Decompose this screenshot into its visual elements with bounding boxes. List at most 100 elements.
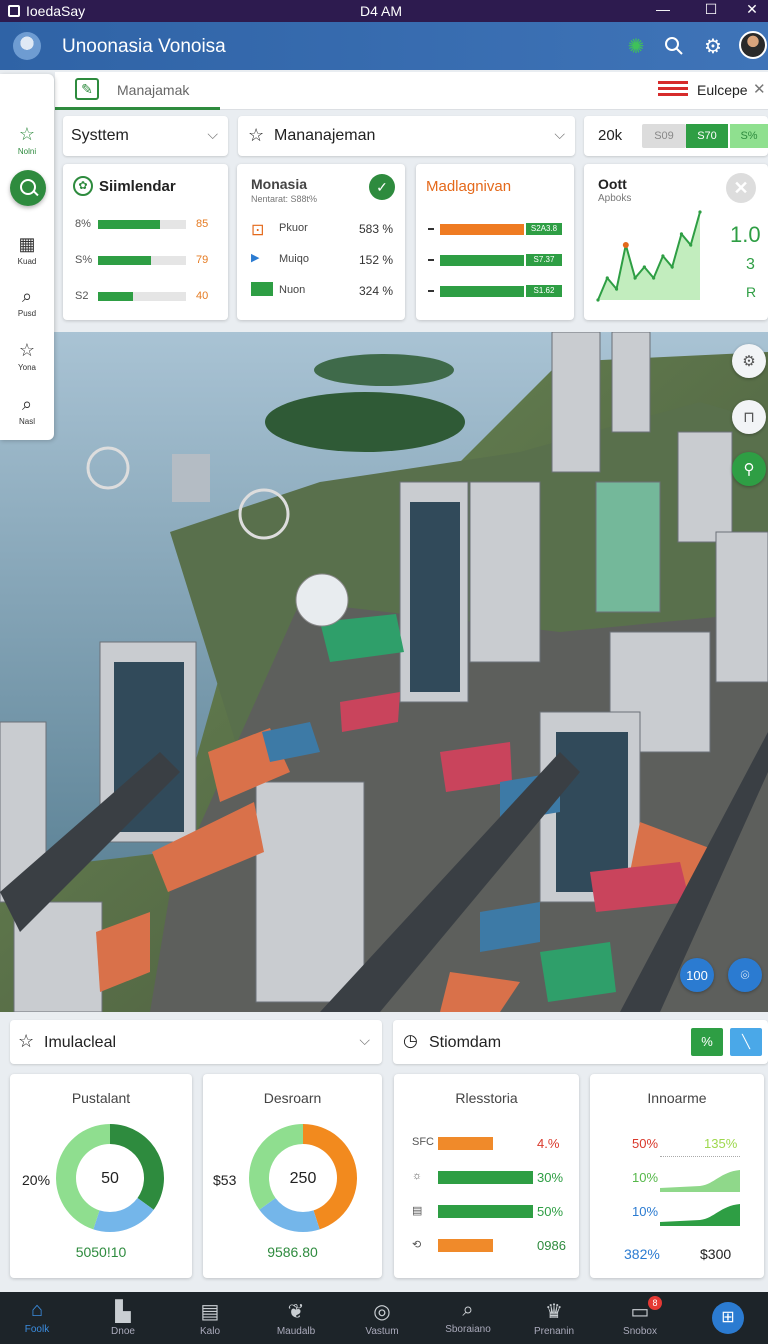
monasia-row: ▶ Muiqo 152 % [237, 251, 405, 269]
nav-item-sboraiano[interactable]: ⌕ Sboraiano [436, 1292, 500, 1344]
imulacleal-dropdown[interactable]: ☆ Imulacleal ⌵ [10, 1020, 382, 1064]
app-name-label: IoedaSay [26, 3, 86, 19]
sidebar-item-kuad[interactable]: ▦ Kuad [0, 234, 54, 266]
bird-icon: ❦ [287, 1301, 305, 1323]
inno-row: 10% [590, 1202, 764, 1226]
card-title: Siimlendar [99, 178, 176, 195]
pin-icon: ▶ [251, 252, 260, 264]
oott-point [661, 254, 665, 258]
close-button[interactable]: ✕ [740, 1, 764, 18]
pencil-icon: ✎ [75, 78, 99, 100]
metric-row: S% 79 [63, 254, 228, 270]
oott-point [596, 298, 600, 302]
stat-toggle-group: 20k S09 S70 S% [584, 116, 768, 156]
map-layers-icon[interactable]: ⊓ [732, 400, 766, 434]
metric-bar [98, 292, 134, 301]
inno-row: 50% 135% [590, 1134, 764, 1158]
nav-item-label: Snobox [623, 1326, 657, 1337]
metric-label: S2 [75, 290, 89, 302]
oott-point [633, 276, 637, 280]
nav-item-snobox[interactable]: ▭ Snobox 8 [608, 1292, 672, 1344]
sidebar-item-nolni[interactable]: ☆ Nolni [0, 124, 54, 156]
percent-toggle-button[interactable]: % [691, 1028, 723, 1056]
close-icon[interactable]: ✕ [726, 173, 756, 203]
nav-item-prenanin[interactable]: ♛ Prenanin [522, 1292, 586, 1344]
rless-value: 30% [537, 1170, 564, 1185]
rless-label: ▤ [412, 1205, 423, 1217]
segment-s70[interactable]: S70 [686, 124, 728, 148]
close-icon[interactable]: ✕ [753, 80, 766, 98]
app-header: Unoonasia Vonoisa ✺ ⚙ [0, 22, 768, 70]
segment-s09[interactable]: S09 [642, 124, 686, 148]
donut-side-label: $53 [213, 1172, 237, 1188]
metric-label: S% [75, 254, 93, 266]
nav-item-foolk[interactable]: ⌂ Foolk [5, 1292, 69, 1344]
monasia-row: Nuon 324 % [237, 282, 405, 300]
card-pustalant: Pustalant 50 20% 5050!10 [10, 1074, 192, 1278]
flag-icon[interactable] [658, 81, 688, 99]
nav-item-vastum[interactable]: ◎ Vastum [350, 1292, 414, 1344]
nav-item-label: Prenanin [533, 1326, 575, 1337]
check-icon[interactable]: ✓ [369, 174, 395, 200]
avatar[interactable] [739, 31, 767, 59]
card-rlesstoria: Rlesstoria SFC 4.% ☼ 30% ▤ 50% ⟲ 0986 [394, 1074, 579, 1278]
madlag-row: S1.62 [416, 284, 574, 298]
card-oott: Oott Apboks ✕ 1.0 3 R [584, 164, 768, 320]
metric-label: 8% [75, 218, 91, 230]
oott-line-chart [596, 210, 702, 302]
crown-icon: ♛ [545, 1301, 563, 1323]
oott-point [642, 265, 646, 269]
nav-item-label: Vastum [365, 1326, 399, 1337]
sidebar-item-nasl[interactable]: ⌕ Nasl [0, 394, 54, 426]
search-icon[interactable] [662, 34, 686, 58]
sidebar-item-label: Yona [18, 363, 36, 372]
minimize-button[interactable]: — [651, 1, 675, 17]
inno-sparkline [660, 1204, 740, 1226]
target-icon: ◎ [373, 1301, 391, 1323]
card-subtitle: Apboks [598, 193, 632, 204]
app-name: IoedaSay [8, 3, 85, 19]
nav-item-dnoe[interactable]: ▙ Dnoe [91, 1292, 155, 1344]
system-dropdown[interactable]: Systtem ⌵ [63, 116, 228, 156]
search-icon: ⌕ [21, 394, 33, 414]
madlag-value: S1.62 [526, 285, 562, 297]
app-window-icon [8, 5, 20, 17]
monasia-row: ⊡ Pkuor 583 % [237, 220, 405, 239]
map-compass-icon[interactable]: ⌾ [728, 958, 762, 992]
madlag-value: S2A3.8 [526, 223, 562, 235]
management-dropdown[interactable]: ☆ Mananajeman ⌵ [238, 116, 575, 156]
city-map-view[interactable]: ⚙ ⊓ ⚲ 100 ⌾ [0, 332, 768, 1012]
inno-sparkline-area [660, 1204, 740, 1226]
card-footer-value: 9586.80 [267, 1244, 318, 1260]
building-icon: ▙ [115, 1301, 131, 1323]
map-pin-icon[interactable]: ⚲ [732, 452, 766, 486]
nav-item-store[interactable]: ⊞ [696, 1292, 760, 1344]
sidebar-search-button[interactable] [10, 170, 46, 206]
gear-green-icon[interactable]: ✺ [624, 34, 648, 58]
oott-big-value: 1.0 [730, 222, 761, 247]
sidebar-item-pusd[interactable]: ⌕ Pusd [0, 286, 54, 318]
segment-s-percent[interactable]: S% [730, 124, 768, 148]
oott-point [689, 243, 693, 247]
stat-label: 20k [598, 127, 623, 144]
grid-icon: ▦ [18, 234, 36, 254]
monasia-label: Muiqo [279, 253, 309, 265]
chevron-down-icon: ⌵ [207, 126, 218, 142]
window-titlebar: IoedaSay D4 AM — ☐ ✕ [0, 0, 768, 22]
inno-sparkline-area [660, 1170, 740, 1192]
settings-gear-icon[interactable]: ⚙ [701, 34, 725, 58]
map-settings-gear-icon[interactable]: ⚙ [732, 344, 766, 378]
chevron-down-icon: ⌵ [554, 126, 565, 142]
nav-item-maudalb[interactable]: ❦ Maudalb [264, 1292, 328, 1344]
metric-value: 79 [196, 254, 209, 266]
nav-item-kalo[interactable]: ▤ Kalo [178, 1292, 242, 1344]
sidebar-item-yona[interactable]: ☆ Yona [0, 340, 54, 372]
users-icon: ✿ [73, 176, 93, 196]
maximize-button[interactable]: ☐ [699, 1, 723, 18]
tab-manajamak[interactable]: ✎ Manajamak [55, 72, 220, 110]
clock: D4 AM [360, 3, 403, 19]
trend-toggle-button[interactable]: ╲ [730, 1028, 762, 1056]
nav-item-label: Dnoe [111, 1326, 135, 1337]
map-zoom-level-button[interactable]: 100 [680, 958, 714, 992]
region-label[interactable]: Eulcepe [697, 82, 748, 98]
